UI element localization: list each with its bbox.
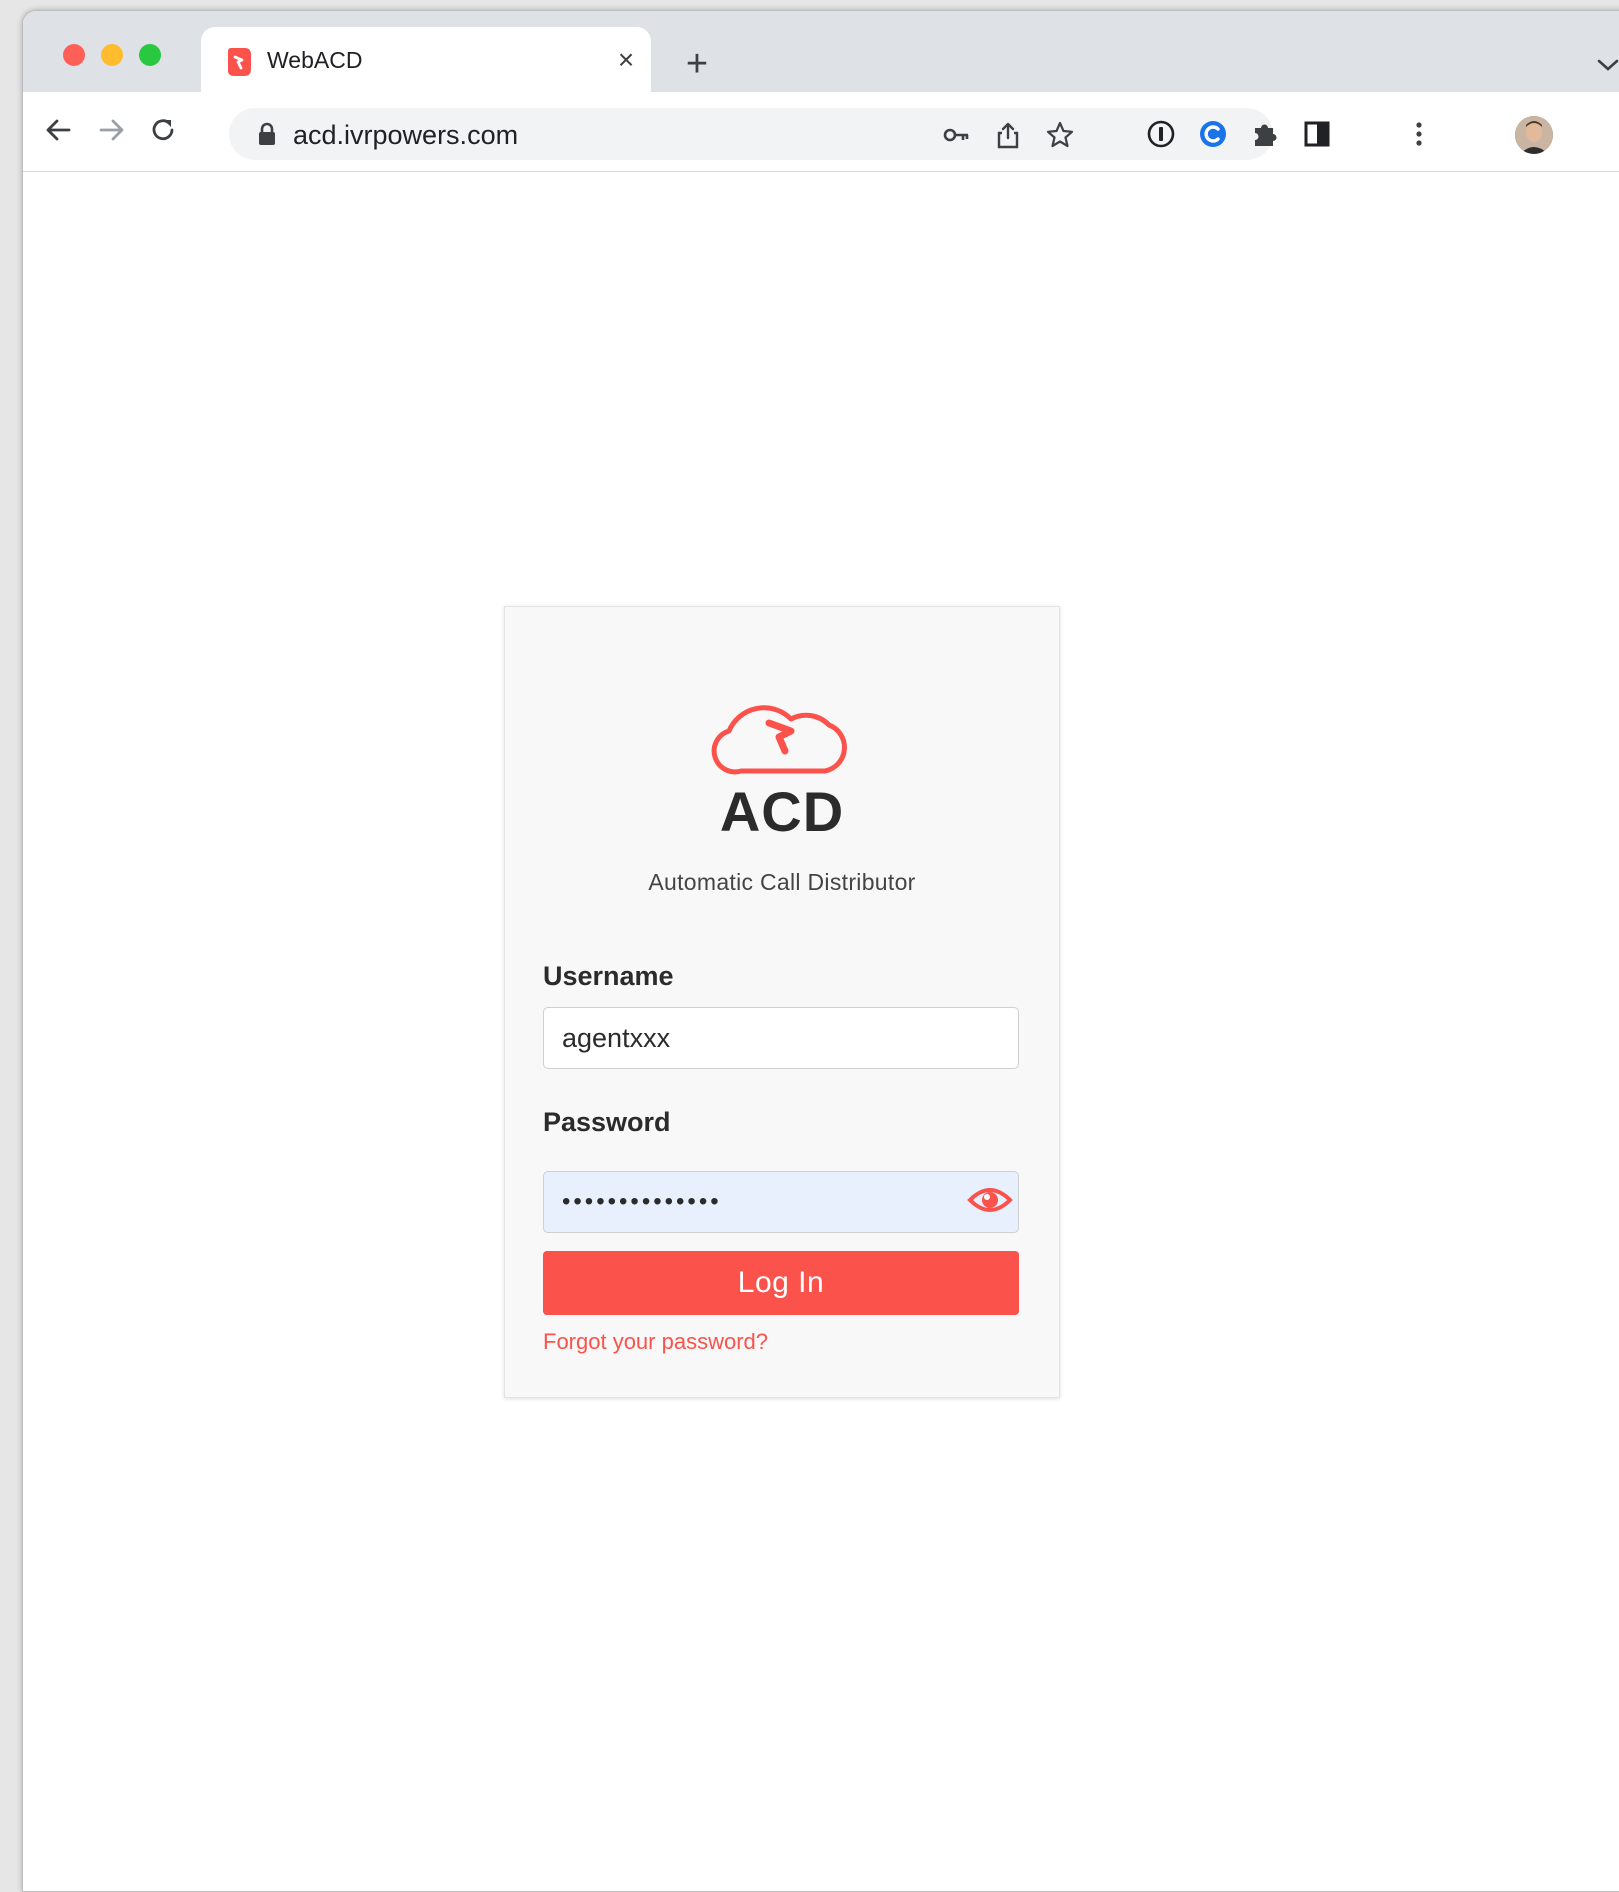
chevron-down-icon[interactable] [1595, 55, 1619, 75]
side-panel-icon[interactable] [1301, 118, 1333, 150]
user-avatar-icon [1515, 116, 1553, 154]
lock-icon[interactable] [257, 122, 277, 146]
browser-window: WebACD × + acd.ivrpowers.com ACD Automat… [22, 10, 1619, 1892]
browser-toolbar: acd.ivrpowers.com [23, 92, 1619, 172]
tab-webacd[interactable]: WebACD × [201, 27, 651, 92]
forgot-password-link[interactable]: Forgot your password? [543, 1329, 768, 1355]
app-subtitle: Automatic Call Distributor [648, 869, 916, 895]
address-bar[interactable]: acd.ivrpowers.com [229, 108, 1273, 160]
password-label: Password [543, 1107, 671, 1137]
puzzle-icon[interactable] [1249, 118, 1281, 150]
login-card: ACD Automatic Call Distributor Username … [504, 606, 1060, 1398]
share-icon[interactable] [993, 120, 1023, 150]
star-icon[interactable] [1045, 120, 1075, 150]
avatar[interactable] [1515, 116, 1553, 154]
tab-strip: WebACD × + [23, 11, 1619, 92]
login-button[interactable]: Log In [543, 1251, 1019, 1315]
app-title: ACD [719, 780, 845, 843]
maximize-window-button[interactable] [139, 44, 161, 66]
back-icon[interactable] [41, 112, 77, 148]
forward-icon[interactable] [93, 112, 129, 148]
tab-title: WebACD [267, 47, 363, 73]
webacd-favicon-icon [228, 48, 251, 76]
username-label: Username [543, 961, 674, 991]
close-window-button[interactable] [63, 44, 85, 66]
more-menu-icon[interactable] [1403, 118, 1435, 150]
tab-close-icon[interactable]: × [611, 45, 641, 75]
username-field[interactable] [543, 1007, 1019, 1069]
url-text[interactable]: acd.ivrpowers.com [293, 120, 518, 151]
password-field[interactable] [543, 1171, 1019, 1233]
show-password-icon[interactable] [967, 1182, 1013, 1218]
reload-icon[interactable] [145, 112, 181, 148]
key-icon[interactable] [941, 120, 971, 150]
new-tab-button[interactable]: + [679, 45, 715, 83]
password-manager-icon[interactable] [1145, 118, 1177, 150]
extension-icon[interactable] [1197, 118, 1229, 150]
cloud-logo-icon [711, 705, 847, 775]
minimize-window-button[interactable] [101, 44, 123, 66]
page-content: ACD Automatic Call Distributor Username … [23, 172, 1619, 1891]
